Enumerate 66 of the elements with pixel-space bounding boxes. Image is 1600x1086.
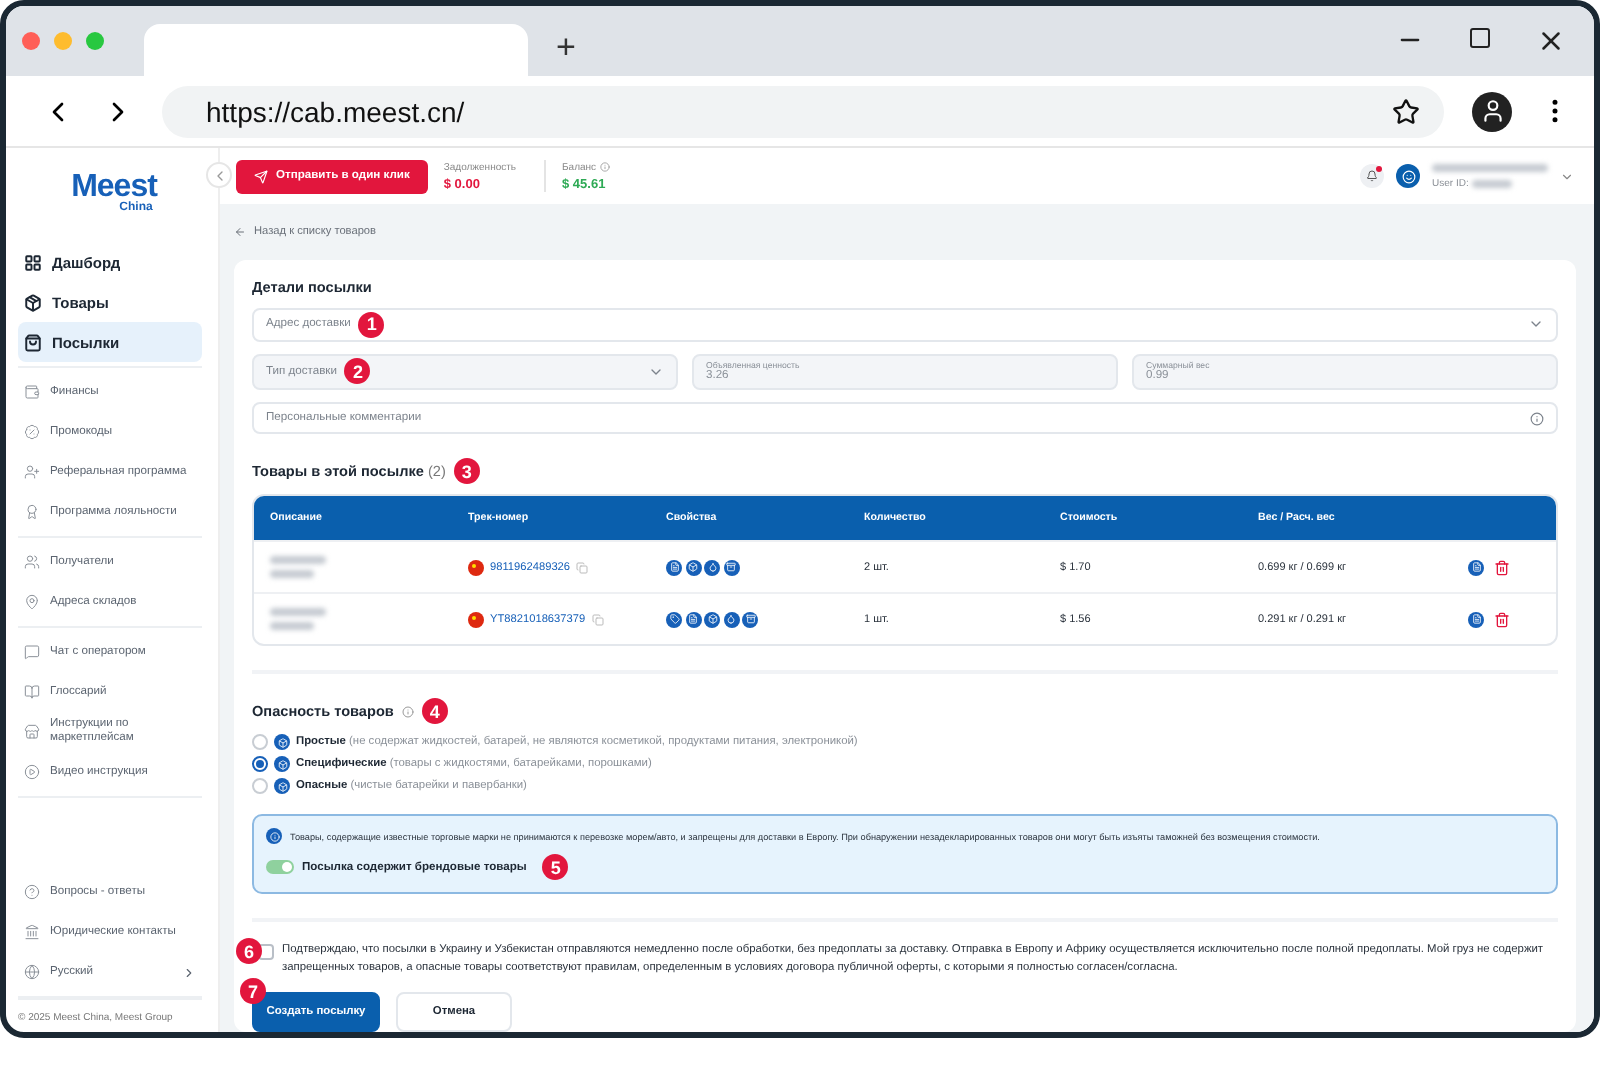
user-avatar xyxy=(1396,164,1420,188)
nav-icon xyxy=(24,333,42,351)
nav-icon xyxy=(24,684,40,700)
nav-icon xyxy=(24,884,40,900)
nav-icon xyxy=(24,644,40,660)
chevron-icon[interactable] xyxy=(1560,169,1574,183)
step-marker: 6 xyxy=(236,938,262,965)
property-icon xyxy=(685,559,701,576)
chevron-icon xyxy=(182,965,196,979)
blurred-text xyxy=(1472,179,1513,187)
property-icon xyxy=(704,611,720,628)
flag-icon xyxy=(468,611,484,628)
blurred-text xyxy=(270,608,326,617)
nav-icon xyxy=(24,764,40,780)
nav-icon xyxy=(24,724,40,740)
edit-icon[interactable] xyxy=(1468,559,1484,576)
step-marker: 1 xyxy=(358,311,385,338)
send-icon xyxy=(254,169,268,183)
property-icon xyxy=(685,611,701,628)
close-dot[interactable] xyxy=(22,32,40,50)
property-icon xyxy=(742,611,758,628)
nav-icon xyxy=(24,504,40,520)
property-icon xyxy=(666,559,682,576)
property-icon xyxy=(723,559,739,576)
nav-icon xyxy=(24,594,40,610)
minimize-dot[interactable] xyxy=(54,32,72,50)
flag-icon xyxy=(468,559,484,576)
globe-icon xyxy=(24,964,40,980)
nav-icon xyxy=(24,924,40,940)
blurred-text xyxy=(1432,163,1548,171)
nav-icon xyxy=(24,554,40,570)
info-icon xyxy=(266,828,282,845)
new-tab-button[interactable]: + xyxy=(556,28,576,68)
star-icon[interactable] xyxy=(1392,97,1420,125)
nav-icon xyxy=(24,384,40,400)
step-marker: 2 xyxy=(344,358,371,385)
property-icon xyxy=(723,611,739,628)
nav-icon xyxy=(24,293,42,311)
property-icon xyxy=(666,611,682,628)
profile-icon[interactable] xyxy=(1472,91,1512,131)
nav-icon xyxy=(24,253,42,271)
radio-button[interactable] xyxy=(252,756,268,773)
toggle-switch[interactable] xyxy=(266,860,294,875)
blurred-text xyxy=(270,556,326,565)
nav-icon xyxy=(24,464,40,480)
step-marker: 3 xyxy=(453,458,480,485)
delete-icon[interactable] xyxy=(1494,611,1510,628)
category-icon xyxy=(274,756,290,773)
maximize-dot[interactable] xyxy=(86,32,104,50)
info-icon xyxy=(1530,411,1544,425)
blurred-text xyxy=(270,570,314,579)
address-bar[interactable]: https://cab.meest.cn/ xyxy=(162,85,1444,137)
blurred-text xyxy=(270,622,314,631)
edit-icon[interactable] xyxy=(1468,611,1484,628)
category-icon xyxy=(274,778,290,795)
nav-icon xyxy=(24,424,40,440)
step-marker: 7 xyxy=(240,978,266,1004)
close-icon[interactable] xyxy=(1536,26,1566,56)
step-marker: 4 xyxy=(421,698,448,725)
step-marker: 5 xyxy=(542,854,569,881)
category-icon xyxy=(274,734,290,751)
maximize-icon[interactable] xyxy=(1468,26,1492,50)
property-icon xyxy=(704,559,720,576)
arrow-icon xyxy=(234,226,246,238)
bell-icon[interactable] xyxy=(1360,164,1384,188)
delete-icon[interactable] xyxy=(1494,559,1510,576)
